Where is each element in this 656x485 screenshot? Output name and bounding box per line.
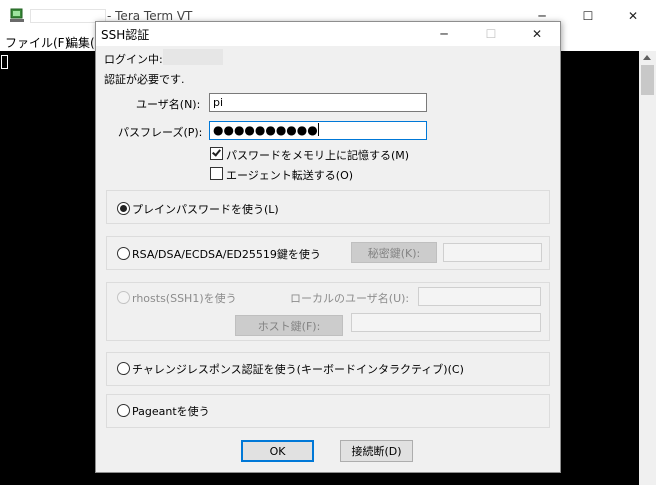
close-icon: ✕ bbox=[627, 9, 639, 23]
ssh-auth-dialog: SSH認証 ─ ☐ ✕ ログイン中: 認証が必要です. ユーザ名(N): pi … bbox=[95, 21, 561, 473]
local-user-label: ローカルのユーザ名(U): bbox=[290, 292, 410, 305]
rsa-key-radio[interactable] bbox=[117, 247, 130, 260]
teraterm-app-icon bbox=[10, 8, 24, 22]
host-key-path-input[interactable] bbox=[351, 313, 541, 332]
terminal-cursor bbox=[1, 55, 8, 69]
terminal-scrollbar[interactable] bbox=[639, 51, 656, 485]
minimize-icon: ─ bbox=[440, 27, 448, 41]
login-host-redacted bbox=[163, 49, 223, 65]
checkmark-icon bbox=[212, 147, 221, 157]
disconnect-button-label: 接続断(D) bbox=[351, 445, 402, 458]
rhosts-label: rhosts(SSH1)を使う bbox=[132, 292, 237, 305]
host-key-button[interactable]: ホスト鍵(F): bbox=[235, 315, 343, 336]
text-caret bbox=[317, 123, 319, 136]
rhosts-radio[interactable] bbox=[117, 291, 130, 304]
remember-password-checkbox[interactable] bbox=[210, 147, 223, 160]
pageant-radio[interactable] bbox=[117, 404, 130, 417]
dialog-titlebar: SSH認証 ─ ☐ ✕ bbox=[96, 22, 560, 46]
plain-password-radio[interactable] bbox=[117, 202, 130, 215]
scroll-up-arrow-icon[interactable] bbox=[643, 55, 651, 60]
private-key-button-label: 秘密鍵(K): bbox=[367, 246, 421, 260]
menu-edit[interactable]: 編集( bbox=[66, 34, 95, 51]
dialog-maximize-button: ☐ bbox=[468, 22, 514, 46]
auth-required-text: 認証が必要です. bbox=[104, 73, 185, 86]
username-label: ユーザ名(N): bbox=[136, 98, 201, 111]
challenge-response-label: チャレンジレスポンス認証を使う(キーボードインタラクティブ)(C) bbox=[132, 363, 464, 376]
private-key-path-input[interactable] bbox=[443, 243, 542, 262]
dialog-minimize-button[interactable]: ─ bbox=[421, 22, 467, 46]
remember-password-label: パスワードをメモリ上に記憶する(M) bbox=[226, 149, 410, 162]
plain-password-label: プレインパスワードを使う(L) bbox=[132, 203, 279, 216]
username-input[interactable]: pi bbox=[209, 93, 427, 112]
maximize-icon: ☐ bbox=[485, 27, 497, 41]
agent-forward-label: エージェント転送する(O) bbox=[226, 169, 354, 182]
menu-file[interactable]: ファイル(F) bbox=[5, 34, 69, 51]
close-icon: ✕ bbox=[531, 27, 543, 41]
maximize-icon: ☐ bbox=[582, 9, 594, 23]
disconnect-button[interactable]: 接続断(D) bbox=[340, 440, 413, 462]
maximize-button[interactable]: ☐ bbox=[565, 0, 611, 32]
rsa-key-label: RSA/DSA/ECDSA/ED25519鍵を使う bbox=[132, 248, 321, 261]
passphrase-input[interactable]: ●●●●●●●●●● bbox=[209, 121, 427, 140]
pageant-label: Pageantを使う bbox=[132, 405, 210, 418]
close-button[interactable]: ✕ bbox=[610, 0, 656, 32]
challenge-response-radio[interactable] bbox=[117, 362, 130, 375]
local-user-input[interactable] bbox=[418, 287, 541, 306]
dialog-title: SSH認証 bbox=[101, 28, 150, 42]
host-key-button-label: ホスト鍵(F): bbox=[257, 319, 321, 333]
passphrase-value: ●●●●●●●●●● bbox=[213, 123, 318, 137]
private-key-button[interactable]: 秘密鍵(K): bbox=[351, 242, 437, 263]
passphrase-label: パスフレーズ(P): bbox=[118, 126, 203, 139]
username-value: pi bbox=[213, 96, 224, 109]
login-label: ログイン中: bbox=[104, 53, 163, 66]
ok-button-label: OK bbox=[269, 444, 286, 458]
scroll-thumb[interactable] bbox=[641, 65, 654, 95]
agent-forward-checkbox[interactable] bbox=[210, 167, 223, 180]
ok-button[interactable]: OK bbox=[241, 440, 314, 462]
dialog-close-button[interactable]: ✕ bbox=[514, 22, 560, 46]
